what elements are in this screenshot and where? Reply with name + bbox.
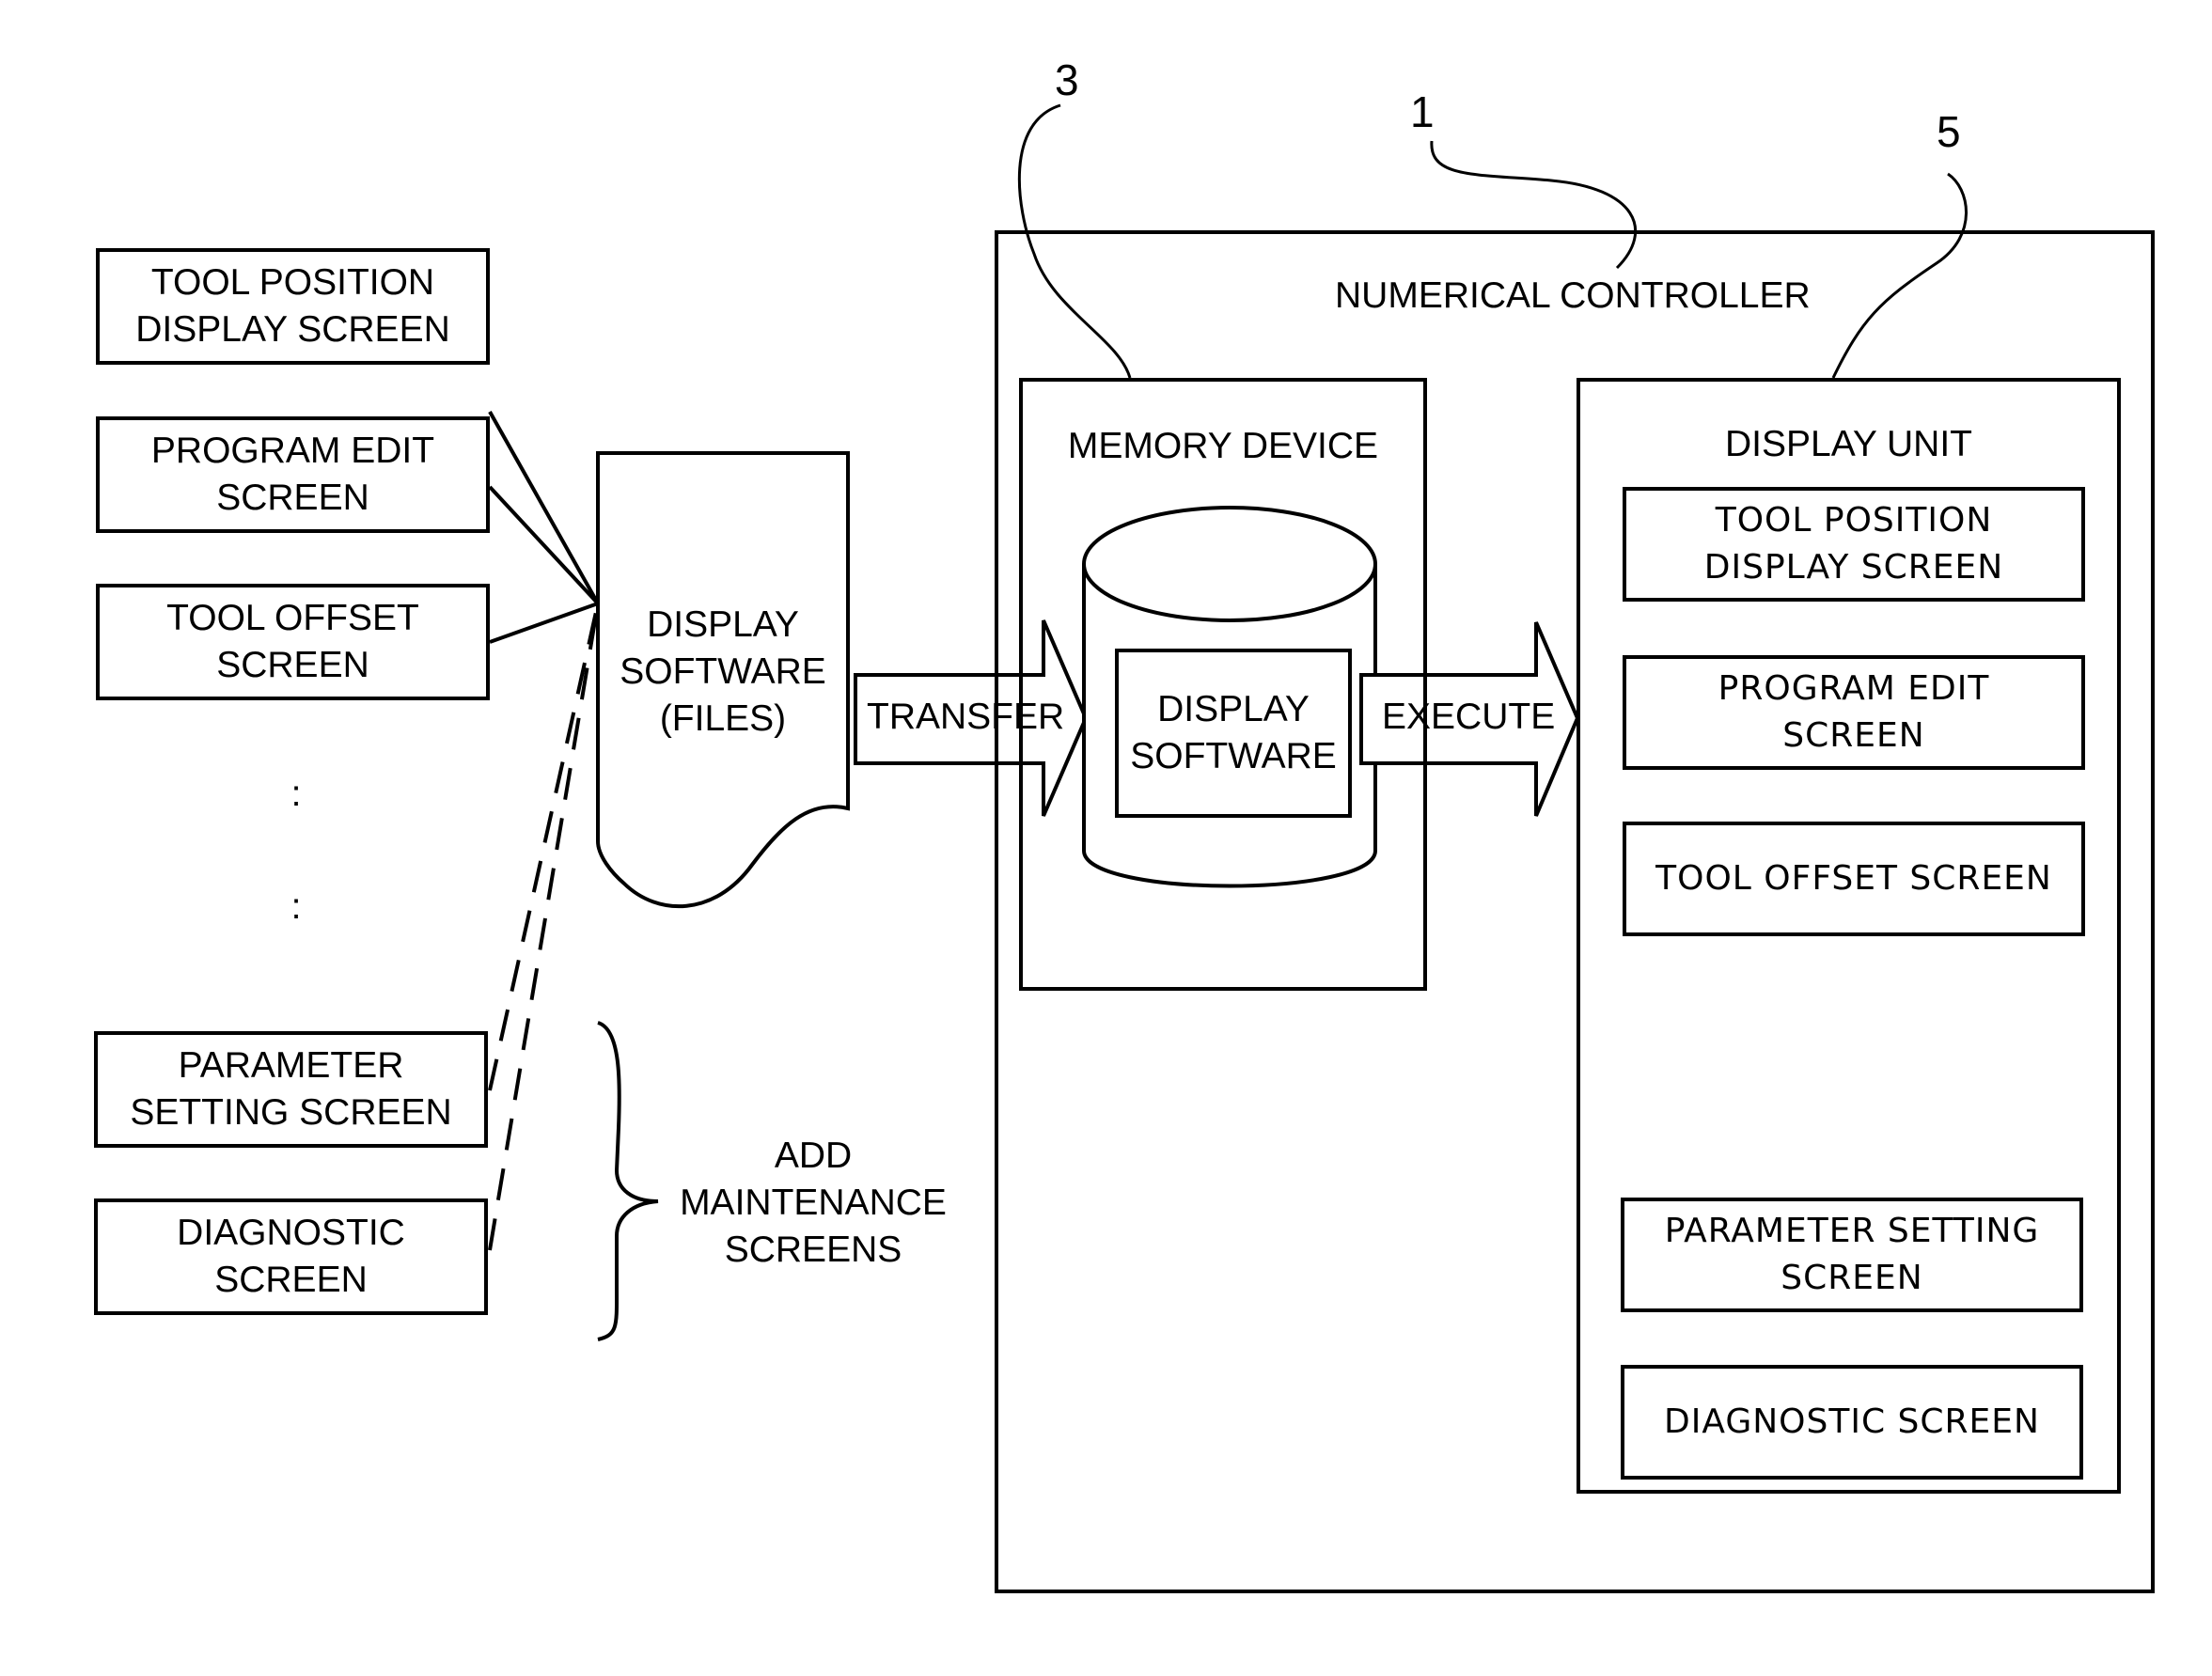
file-line1: DISPLAY [647, 604, 799, 645]
file-line3: (FILES) [659, 698, 787, 739]
left-screen-tool-offset: TOOL OFFSET SCREEN [96, 584, 490, 700]
ref-number-3: 3 [1055, 55, 1079, 104]
unit-screen-tool-offset: TOOL OFFSET SCREEN [1623, 822, 2085, 936]
software-line1: DISPLAY [1157, 689, 1310, 729]
unit-screen-tool-position: TOOL POSITION DISPLAY SCREEN [1623, 487, 2085, 602]
unit-screen-line1: TOOL POSITION [1715, 501, 1993, 540]
dashed-connector-parameter [488, 603, 600, 1091]
unit-screen-line2: SCREEN [1781, 1259, 1923, 1297]
display-unit-title: DISPLAY UNIT [1725, 424, 1972, 464]
left-screen-line2: SCREEN [216, 478, 369, 518]
unit-screen-diagnostic: DIAGNOSTIC SCREEN [1621, 1365, 2083, 1480]
unit-screen-line2: DISPLAY SCREEN [1703, 548, 2004, 587]
left-screen-line2: SCREEN [216, 645, 369, 685]
left-screen-line2: SCREEN [214, 1260, 368, 1300]
dashed-connector-diagnostic [488, 603, 600, 1251]
left-screen-tool-position: TOOL POSITION DISPLAY SCREEN [96, 248, 490, 365]
left-screen-line2: DISPLAY SCREEN [135, 309, 450, 350]
left-screen-line1: TOOL POSITION [150, 262, 435, 303]
connector-tool-position [488, 411, 600, 604]
left-screen-line2: SETTING SCREEN [130, 1092, 452, 1133]
left-screen-line1: TOOL OFFSET [166, 598, 419, 638]
unit-screen-line1: PARAMETER SETTING [1664, 1212, 2040, 1250]
ref-number-1: 1 [1410, 87, 1435, 136]
ellipsis-1: : [290, 774, 302, 814]
brace-line1: ADD [774, 1136, 853, 1176]
left-screen-line1: DIAGNOSTIC [177, 1213, 405, 1253]
left-screen-line1: PARAMETER [178, 1045, 404, 1086]
brace-icon [597, 1021, 659, 1341]
unit-screen-line2: SCREEN [1782, 716, 1925, 755]
left-screen-line1: PROGRAM EDIT [150, 431, 435, 471]
brace-line3: SCREENS [724, 1230, 902, 1270]
unit-screen-parameter-setting: PARAMETER SETTING SCREEN [1621, 1198, 2083, 1312]
add-maintenance-screens-label: ADD MAINTENANCE SCREENS [658, 1133, 968, 1274]
numerical-controller-title: NUMERICAL CONTROLLER [1335, 275, 1811, 316]
unit-screen-line1: DIAGNOSTIC SCREEN [1664, 1402, 2040, 1441]
left-screen-parameter-setting: PARAMETER SETTING SCREEN [94, 1031, 488, 1148]
ellipsis-2: : [290, 886, 302, 927]
memory-device-title: MEMORY DEVICE [1067, 426, 1379, 466]
display-software-box: DISPLAY SOFTWARE [1115, 649, 1352, 818]
unit-screen-line1: PROGRAM EDIT [1718, 669, 1990, 708]
file-line2: SOFTWARE [620, 651, 826, 692]
ref-number-5: 5 [1937, 107, 1961, 156]
left-screen-diagnostic: DIAGNOSTIC SCREEN [94, 1198, 488, 1315]
display-software-files-label: DISPLAY SOFTWARE (FILES) [598, 602, 848, 743]
software-line2: SOFTWARE [1130, 736, 1337, 776]
unit-screen-program-edit: PROGRAM EDIT SCREEN [1623, 655, 2085, 770]
unit-screen-line1: TOOL OFFSET SCREEN [1655, 859, 2052, 898]
connector-tool-offset [489, 602, 599, 644]
brace-line2: MAINTENANCE [680, 1183, 947, 1223]
left-screen-program-edit: PROGRAM EDIT SCREEN [96, 416, 490, 533]
